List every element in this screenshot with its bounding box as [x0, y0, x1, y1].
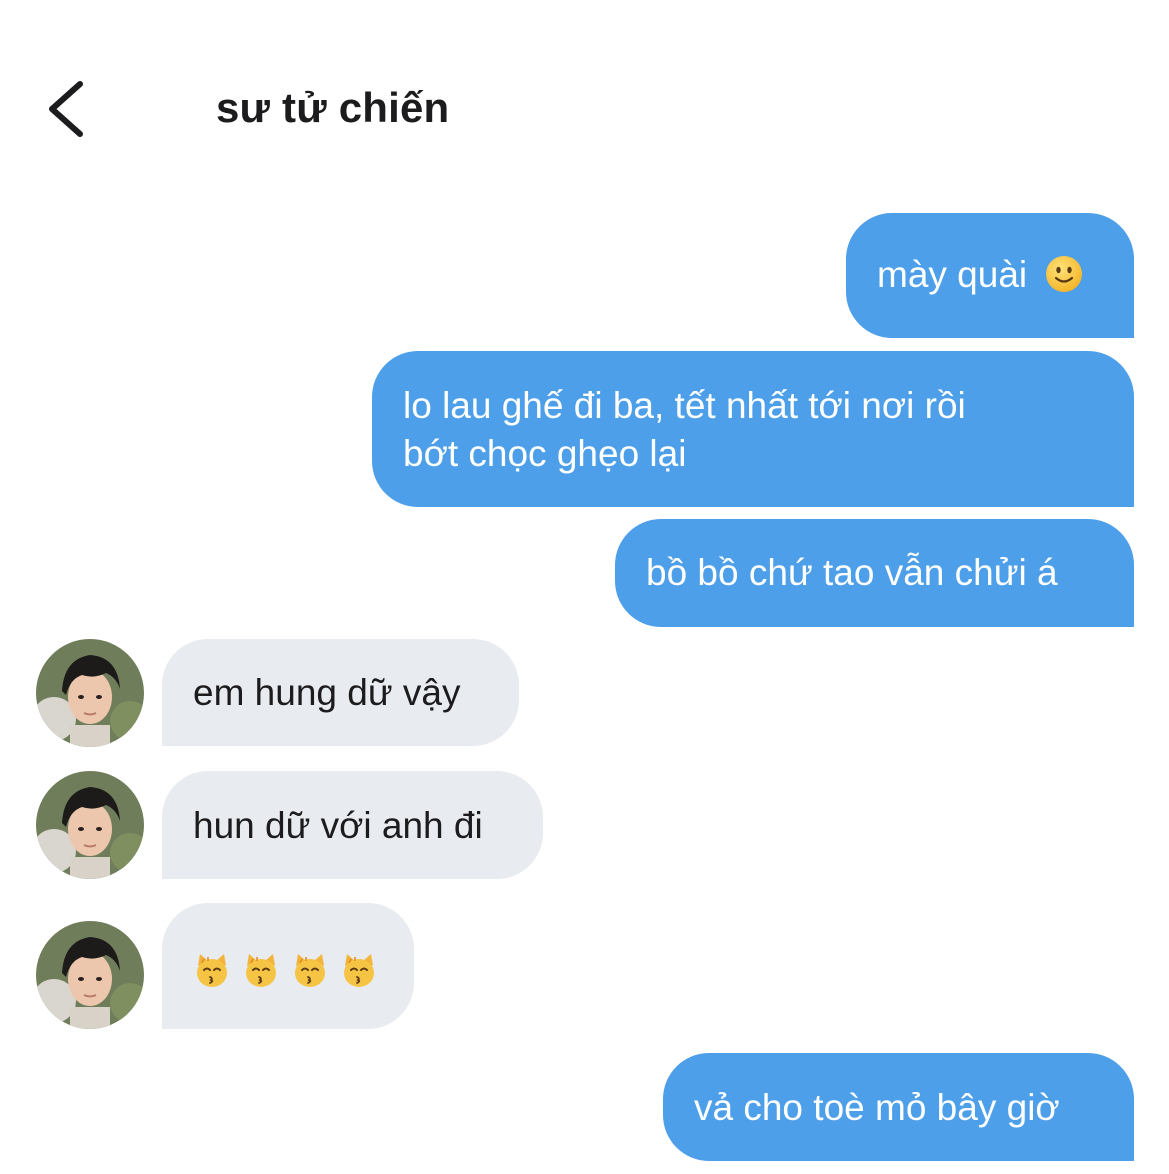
incoming-message[interactable]	[162, 903, 414, 1029]
chat-header: sư tử chiến	[0, 0, 1169, 200]
chevron-left-icon	[49, 81, 83, 137]
outgoing-message[interactable]: vả cho toè mỏ bây giờ	[663, 1053, 1134, 1161]
message-text: vả cho toè mỏ bây giờ	[694, 1087, 1060, 1128]
kissing-cat-face-icon	[295, 954, 325, 988]
contact-avatar[interactable]	[36, 921, 144, 1029]
outgoing-message[interactable]: lo lau ghế đi ba, tết nhất tới nơi rồi b…	[372, 351, 1134, 507]
message-text-line-1: lo lau ghế đi ba, tết nhất tới nơi rồi	[403, 385, 966, 426]
kissing-cat-face-icon	[246, 954, 276, 988]
avatar-photo	[36, 921, 144, 1029]
message-text-line-2: bớt chọc ghẹo lại	[403, 433, 687, 474]
message-text: mày quài	[877, 254, 1028, 295]
avatar-photo	[36, 771, 144, 879]
contact-avatar[interactable]	[36, 771, 144, 879]
outgoing-message[interactable]: bồ bồ chứ tao vẫn chửi á	[615, 519, 1134, 627]
back-button[interactable]	[40, 74, 100, 144]
message-text: bồ bồ chứ tao vẫn chửi á	[646, 552, 1058, 593]
contact-name: sư tử chiến	[216, 84, 450, 131]
outgoing-message[interactable]: mày quài	[846, 213, 1134, 338]
emoji-row	[193, 948, 389, 989]
message-text: em hung dữ vậy	[193, 672, 461, 713]
kissing-cat-face-icon	[197, 954, 227, 988]
incoming-message[interactable]: hun dữ với anh đi	[162, 771, 543, 879]
message-text: hun dữ với anh đi	[193, 805, 483, 846]
incoming-message[interactable]: em hung dữ vậy	[162, 639, 519, 746]
kissing-cat-face-icon	[344, 954, 374, 988]
avatar-photo	[36, 639, 144, 747]
contact-avatar[interactable]	[36, 639, 144, 747]
slightly-smiling-face-icon	[1046, 256, 1083, 293]
